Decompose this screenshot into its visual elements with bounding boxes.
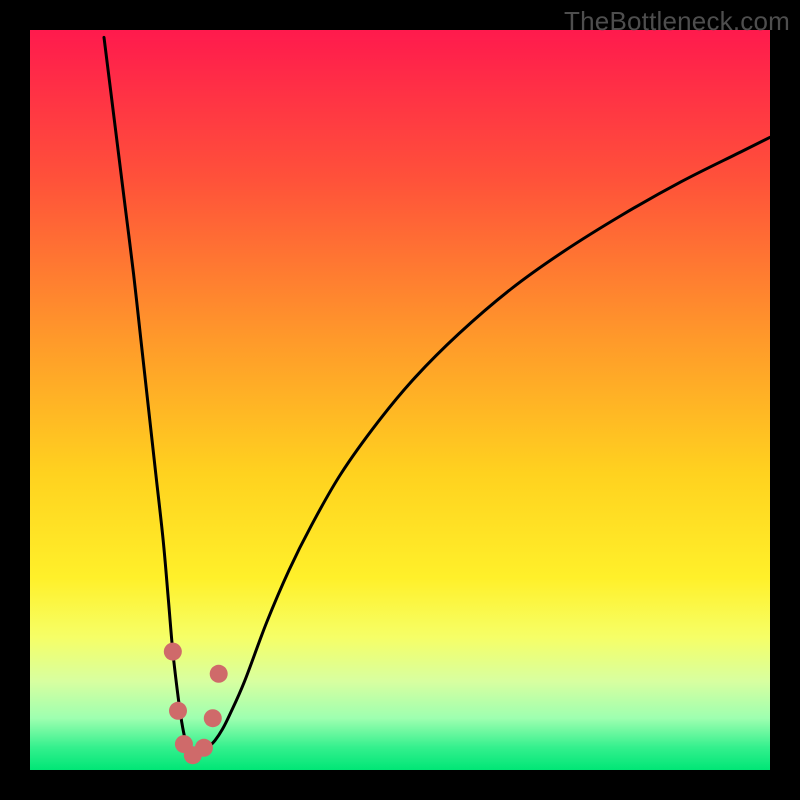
chart-frame xyxy=(30,30,770,770)
marker-dot xyxy=(195,739,213,757)
marker-dot xyxy=(164,643,182,661)
bottleneck-chart xyxy=(30,30,770,770)
marker-dot xyxy=(210,665,228,683)
marker-dot xyxy=(204,709,222,727)
watermark-text: TheBottleneck.com xyxy=(564,6,790,37)
marker-dot xyxy=(169,702,187,720)
gradient-background xyxy=(30,30,770,770)
